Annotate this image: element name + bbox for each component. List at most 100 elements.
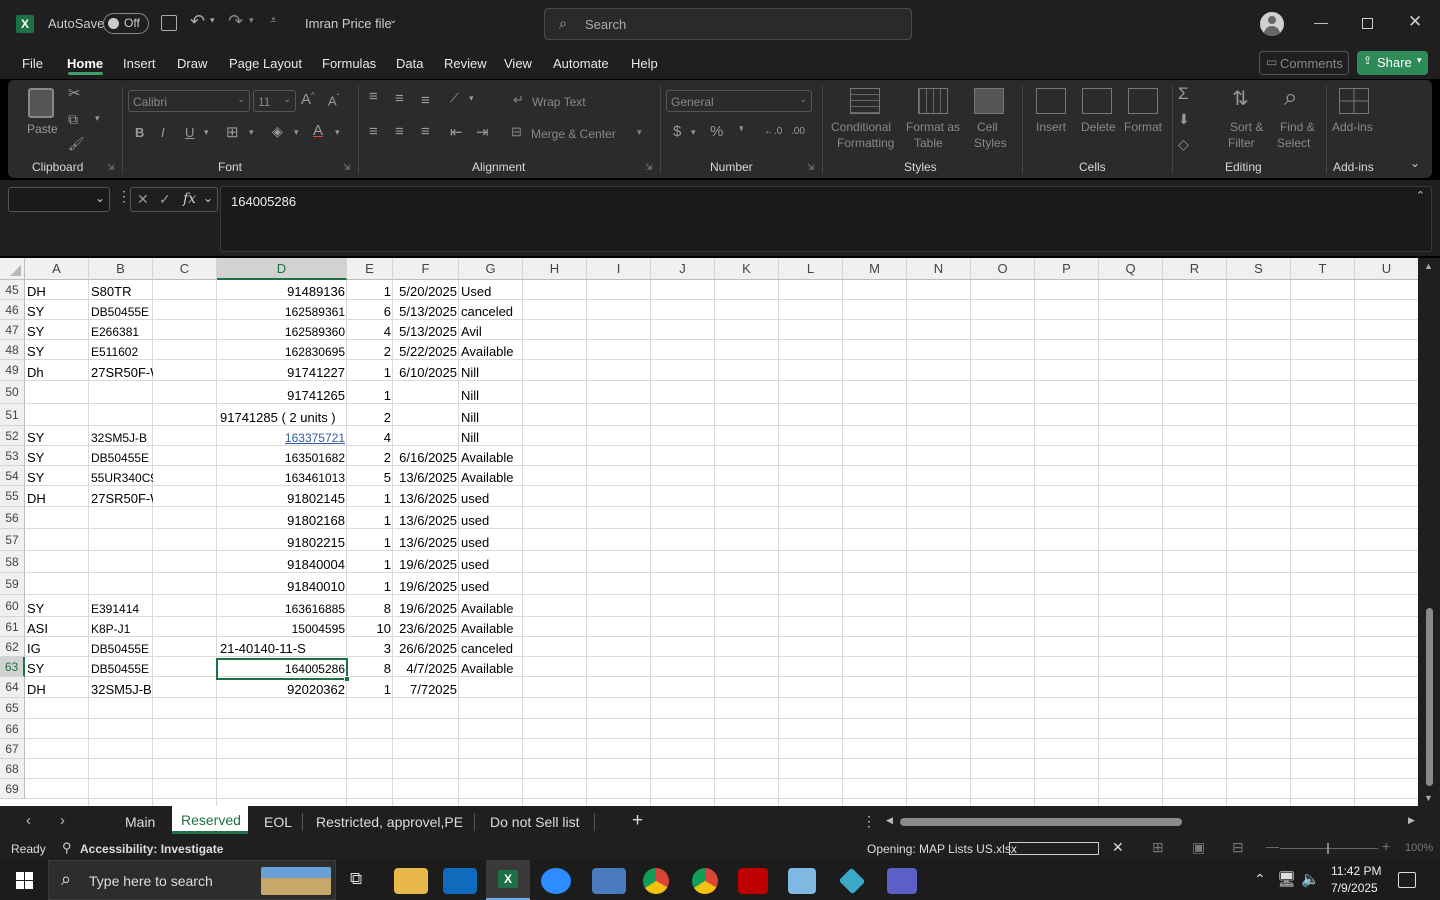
decrease-font-icon[interactable]: Aˇ [328, 93, 339, 108]
column-header-c[interactable]: C [153, 258, 217, 280]
sheet-tab-main[interactable]: Main [125, 814, 155, 830]
cell-a55[interactable]: DH [25, 486, 89, 507]
cell-a68[interactable] [25, 759, 89, 779]
clear-icon[interactable]: ◇ [1178, 136, 1189, 153]
cell-d49[interactable]: 91741227 [217, 360, 347, 381]
cell-b64[interactable]: 32SM5J-B [89, 677, 153, 698]
delete-cells-button[interactable]: Delete [1076, 86, 1120, 156]
format-as-table-button[interactable]: Format as Table [904, 86, 964, 156]
cell-a50[interactable] [25, 381, 89, 404]
tab-home[interactable]: Home [67, 56, 103, 71]
windows-start-icon[interactable] [16, 872, 33, 889]
column-header-q[interactable]: Q [1099, 258, 1163, 280]
wrap-text-button[interactable]: ↵ Wrap Text [513, 92, 603, 112]
row-header[interactable]: 57 [0, 529, 25, 551]
decrease-indent-icon[interactable]: ⇤ [450, 123, 463, 141]
cell-d58[interactable]: 91840004 [217, 551, 347, 573]
search-box[interactable]: ⌕ Search [544, 8, 912, 40]
cancel-entry-icon[interactable]: ✕ [137, 191, 149, 208]
clipboard-launcher-icon[interactable]: ⇲ [107, 162, 115, 173]
cell-f56[interactable]: 13/6/2025 [393, 507, 459, 529]
redo-dropdown-icon[interactable]: ▾ [249, 15, 254, 26]
decrease-decimal-icon[interactable]: .00 [791, 126, 805, 137]
align-bottom-icon[interactable]: ≡ [421, 92, 430, 109]
cell-g56[interactable]: used [459, 507, 523, 529]
font-size-select[interactable]: 11 ⌄ [253, 90, 296, 112]
cell-g63[interactable]: Available [459, 657, 523, 677]
cell-b58[interactable] [89, 551, 153, 573]
taskbar-search-box[interactable]: ⌕ Type here to search [48, 860, 336, 900]
currency-icon[interactable]: $ [673, 123, 681, 140]
more-options-icon[interactable]: ⋮ [117, 188, 131, 205]
cell-b63[interactable]: DB50455E [89, 657, 153, 677]
cell-b66[interactable] [89, 719, 153, 739]
cell-f65[interactable] [393, 698, 459, 719]
cell-e57[interactable]: 1 [347, 529, 393, 551]
cell-b53[interactable]: DB50455E [89, 446, 153, 466]
cell-b51[interactable] [89, 404, 153, 426]
cell-g55[interactable]: used [459, 486, 523, 507]
cell-g59[interactable]: used [459, 573, 523, 595]
volume-icon[interactable]: 🔈 [1301, 870, 1320, 888]
cell-f58[interactable]: 19/6/2025 [393, 551, 459, 573]
clock-time[interactable]: 11:42 PM [1331, 864, 1381, 878]
zoom-level[interactable]: 100% [1405, 842, 1433, 854]
column-header-k[interactable]: K [715, 258, 779, 280]
cell-e63[interactable]: 8 [347, 657, 393, 677]
undo-dropdown-icon[interactable]: ▾ [210, 15, 215, 26]
cell-b47[interactable]: E266381 [89, 320, 153, 340]
align-middle-icon[interactable]: ≡ [395, 90, 404, 107]
cell-f62[interactable]: 26/6/2025 [393, 637, 459, 657]
row-header[interactable]: 58 [0, 551, 25, 573]
select-all-corner[interactable] [0, 258, 25, 280]
cell-e69[interactable] [347, 779, 393, 799]
confirm-entry-icon[interactable]: ✓ [159, 191, 171, 208]
cell-d57[interactable]: 91802215 [217, 529, 347, 551]
share-button[interactable]: ⇪ Share ▾ [1357, 51, 1428, 75]
row-header[interactable]: 50 [0, 381, 25, 404]
cell-f59[interactable]: 19/6/2025 [393, 573, 459, 595]
sheet-tab-do-not-sell[interactable]: Do not Sell list [490, 814, 579, 830]
font-launcher-icon[interactable]: ⇲ [343, 162, 351, 173]
zoom-slider-thumb[interactable] [1327, 843, 1329, 854]
row-header[interactable]: 45 [0, 280, 25, 300]
column-header-s[interactable]: S [1227, 258, 1291, 280]
cell-f47[interactable]: 5/13/2025 [393, 320, 459, 340]
orientation-dropdown-icon[interactable]: ▾ [469, 93, 474, 104]
cell-a52[interactable]: SY [25, 426, 89, 446]
fill-color-icon[interactable]: ◈ [272, 123, 283, 140]
cell-styles-button[interactable]: Cell Styles [968, 86, 1014, 156]
close-icon[interactable]: ✕ [1408, 12, 1422, 32]
column-header-j[interactable]: J [651, 258, 715, 280]
increase-indent-icon[interactable]: ⇥ [476, 123, 489, 141]
cell-e61[interactable]: 10 [347, 617, 393, 637]
tab-automate[interactable]: Automate [553, 56, 609, 71]
chrome-icon[interactable] [643, 868, 669, 894]
cell-g61[interactable]: Available [459, 617, 523, 637]
cell-d45[interactable]: 91489136 [217, 280, 347, 300]
cell-f45[interactable]: 5/20/2025 [393, 280, 459, 300]
row-header[interactable]: 55 [0, 486, 25, 507]
column-header-n[interactable]: N [907, 258, 971, 280]
cell-d47[interactable]: 162589360 [217, 320, 347, 340]
cell-d46[interactable]: 162589361 [217, 300, 347, 320]
cell-f52[interactable] [393, 426, 459, 446]
notification-icon[interactable] [1398, 872, 1416, 888]
column-header-t[interactable]: T [1291, 258, 1355, 280]
cell-f49[interactable]: 6/10/2025 [393, 360, 459, 381]
cell-d67[interactable] [217, 739, 347, 759]
column-header-i[interactable]: I [587, 258, 651, 280]
sheet-tab-restricted[interactable]: Restricted, approvel,PE [316, 814, 463, 830]
cell-d50[interactable]: 91741265 [217, 381, 347, 404]
cell-a67[interactable] [25, 739, 89, 759]
cell-e67[interactable] [347, 739, 393, 759]
accessibility-status[interactable]: Accessibility: Investigate [80, 842, 223, 856]
currency-dropdown-icon[interactable]: ▾ [691, 127, 696, 138]
fill-icon[interactable]: ⬇ [1178, 111, 1190, 128]
tab-page-layout[interactable]: Page Layout [229, 56, 302, 71]
cell-g62[interactable]: canceled [459, 637, 523, 657]
cell-b55[interactable]: 27SR50F-W.AUS [89, 486, 153, 507]
cell-e51[interactable]: 2 [347, 404, 393, 426]
clock-date[interactable]: 7/9/2025 [1331, 881, 1378, 895]
increase-font-icon[interactable]: A^ [301, 91, 315, 108]
